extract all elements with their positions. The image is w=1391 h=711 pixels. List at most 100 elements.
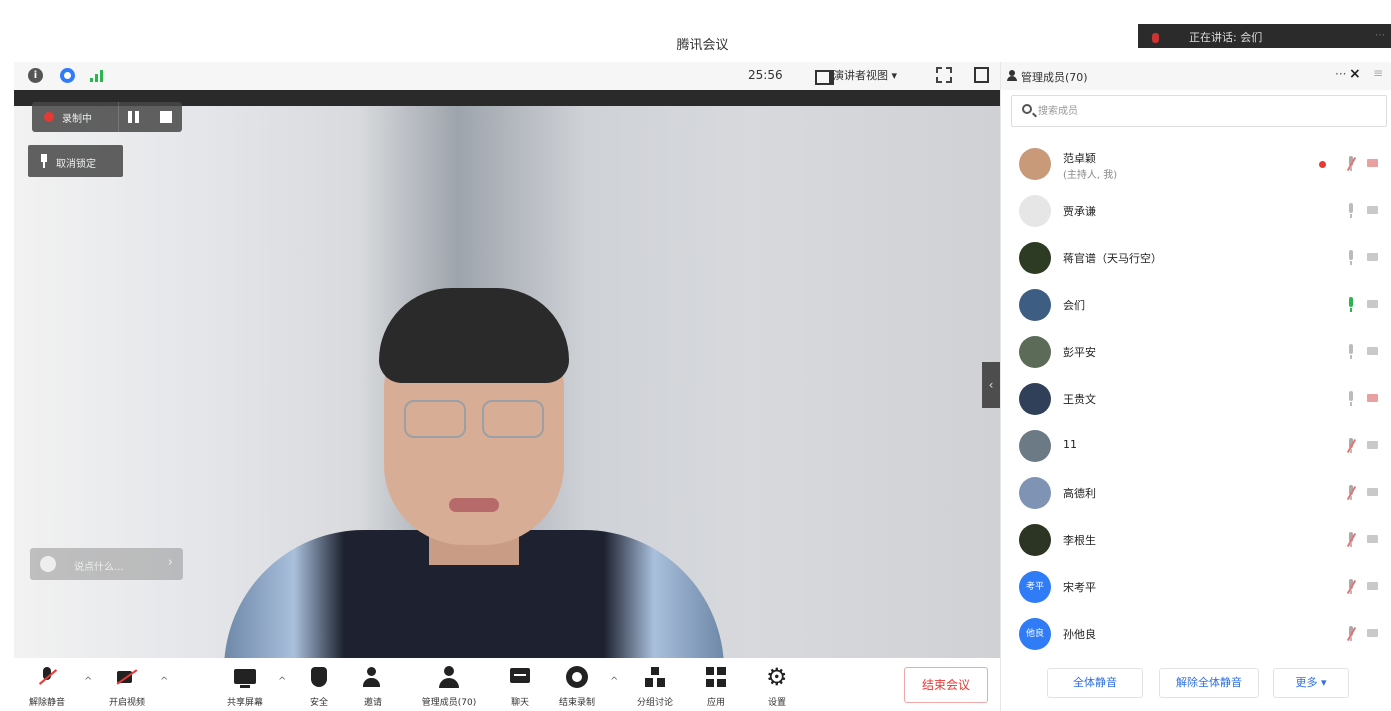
invite-button[interactable]: 邀请 [342, 662, 404, 710]
avatar [1019, 195, 1051, 227]
end-meeting-button[interactable]: 结束会议 [904, 667, 988, 703]
avatar [1019, 289, 1051, 321]
camera-icon[interactable] [1367, 159, 1378, 167]
member-list: 范卓颖 (主持人, 我) 贾承谦蒋官谱（天马行空） 会们 彭平安 王贵文 11 高德利李根生考… [1001, 142, 1391, 652]
search-icon [1022, 104, 1032, 114]
mic-muted-icon[interactable] [1346, 532, 1357, 548]
fullscreen-icon[interactable] [936, 67, 952, 83]
camera-icon[interactable] [1367, 206, 1378, 214]
start-video-button[interactable]: 开启视频 [96, 662, 158, 710]
camera-icon[interactable] [1367, 582, 1378, 590]
share-screen-button[interactable]: 共享屏幕 [214, 662, 276, 710]
pin-icon [40, 154, 48, 168]
unmute-button[interactable]: 解除静音 [16, 662, 78, 710]
quick-chat-input[interactable]: 说点什么... › [30, 548, 183, 580]
collapse-panel-button[interactable]: ‹ [982, 362, 1000, 408]
apps-icon [705, 666, 727, 688]
member-row[interactable]: 考平 宋考平 [1001, 565, 1391, 609]
security-button[interactable]: 安全 [288, 662, 350, 710]
avatar [1019, 430, 1051, 462]
speaker-mic-icon [1152, 33, 1159, 43]
mic-icon[interactable] [1346, 250, 1356, 266]
mic-muted-icon[interactable] [1346, 626, 1357, 642]
mic-icon[interactable] [1346, 297, 1356, 313]
bottom-toolbar: 解除静音 ^ 开启视频 ^ 共享屏幕 ^ 安全 邀请 管理成员(70) 聊天 结… [14, 658, 1000, 711]
people-icon [1007, 70, 1017, 81]
member-search[interactable] [1011, 95, 1387, 127]
unmute-all-button[interactable]: 解除全体静音 [1159, 668, 1259, 698]
member-name: 范卓颖 [1063, 152, 1096, 165]
member-row[interactable]: 他良 孙他良 [1001, 612, 1391, 652]
member-row[interactable]: 会们 [1001, 283, 1391, 327]
emoji-icon[interactable] [40, 556, 56, 572]
info-icon[interactable]: i [28, 68, 43, 83]
member-name: 孙他良 [1063, 628, 1096, 641]
member-row[interactable]: 范卓颖 (主持人, 我) [1001, 142, 1391, 186]
settings-button[interactable]: 设置 [746, 662, 808, 710]
video-options-caret[interactable]: ^ [160, 676, 168, 687]
breakout-button[interactable]: 分组讨论 [624, 662, 686, 710]
record-options-caret[interactable]: ^ [610, 676, 618, 687]
mic-muted-icon[interactable] [1346, 156, 1357, 172]
breakout-icon [644, 666, 666, 688]
mute-all-button[interactable]: 全体静音 [1047, 668, 1143, 698]
view-mode-button[interactable]: 演讲者视图 ▾ [815, 66, 897, 86]
stop-recording-button[interactable]: 结束录制 [546, 662, 608, 710]
camera-icon[interactable] [1367, 253, 1378, 261]
member-name: 贾承谦 [1063, 205, 1096, 218]
unlock-label: 取消锁定 [56, 159, 96, 170]
mic-icon[interactable] [1346, 391, 1356, 407]
shield-icon [308, 666, 330, 688]
send-icon[interactable]: › [168, 555, 173, 570]
signal-icon[interactable] [90, 69, 106, 82]
camera-icon[interactable] [1367, 629, 1378, 637]
member-row[interactable]: 高德利 [1001, 471, 1391, 515]
camera-icon[interactable] [1367, 488, 1378, 496]
member-row[interactable]: 王贵文 [1001, 377, 1391, 421]
audio-options-caret[interactable]: ^ [84, 676, 92, 687]
speaker-banner: 正在讲话: 会们 ⋯ [1138, 24, 1391, 48]
camera-icon[interactable] [1367, 535, 1378, 543]
avatar [1019, 336, 1051, 368]
manage-members-button[interactable]: 管理成员(70) [418, 662, 480, 710]
mic-icon[interactable] [1346, 203, 1356, 219]
unlock-video-button[interactable]: 取消锁定 [28, 145, 123, 177]
stop-recording-icon[interactable] [160, 111, 172, 123]
mic-muted-icon[interactable] [1346, 485, 1357, 501]
main-video: 录制中 取消锁定 ‹ 说点什么... › [14, 90, 1000, 658]
share-options-caret[interactable]: ^ [278, 676, 286, 687]
recording-control: 录制中 [32, 102, 182, 132]
pause-recording-icon[interactable] [128, 111, 139, 123]
shield-icon[interactable] [60, 68, 75, 83]
search-input[interactable] [1038, 102, 1368, 120]
menu-icon[interactable]: ≡ [1373, 66, 1383, 80]
chat-button[interactable]: 聊天 [489, 662, 551, 710]
mic-muted-icon[interactable] [1346, 438, 1357, 454]
close-icon[interactable]: × [1349, 66, 1361, 82]
member-row[interactable]: 蒋官谱（天马行空） [1001, 236, 1391, 280]
member-role: (主持人, 我) [1063, 170, 1118, 181]
mic-muted-icon[interactable] [1346, 579, 1357, 595]
avatar [1019, 383, 1051, 415]
share-screen-icon [234, 666, 256, 688]
panel-header: 管理成员(70) ··· × ≡ [1001, 62, 1391, 90]
member-row[interactable]: 李根生 [1001, 518, 1391, 562]
meeting-info-bar: i 25:56 演讲者视图 ▾ [14, 62, 1000, 90]
sidebar-toggle-icon[interactable] [974, 67, 989, 83]
member-name: 李根生 [1063, 534, 1096, 547]
mic-icon[interactable] [1346, 344, 1356, 360]
recording-dot-icon [44, 112, 54, 122]
speaker-video-feed [224, 280, 724, 658]
member-row[interactable]: 彭平安 [1001, 330, 1391, 374]
more-icon[interactable]: ··· [1335, 67, 1346, 81]
member-row[interactable]: 贾承谦 [1001, 189, 1391, 233]
camera-icon[interactable] [1367, 347, 1378, 355]
camera-icon[interactable] [1367, 300, 1378, 308]
apps-button[interactable]: 应用 [685, 662, 747, 710]
banner-menu-icon[interactable]: ⋯ [1375, 30, 1385, 41]
member-row[interactable]: 11 [1001, 424, 1391, 468]
camera-icon[interactable] [1367, 394, 1378, 402]
more-button[interactable]: 更多 ▾ [1273, 668, 1349, 698]
record-icon [566, 666, 588, 688]
camera-icon[interactable] [1367, 441, 1378, 449]
